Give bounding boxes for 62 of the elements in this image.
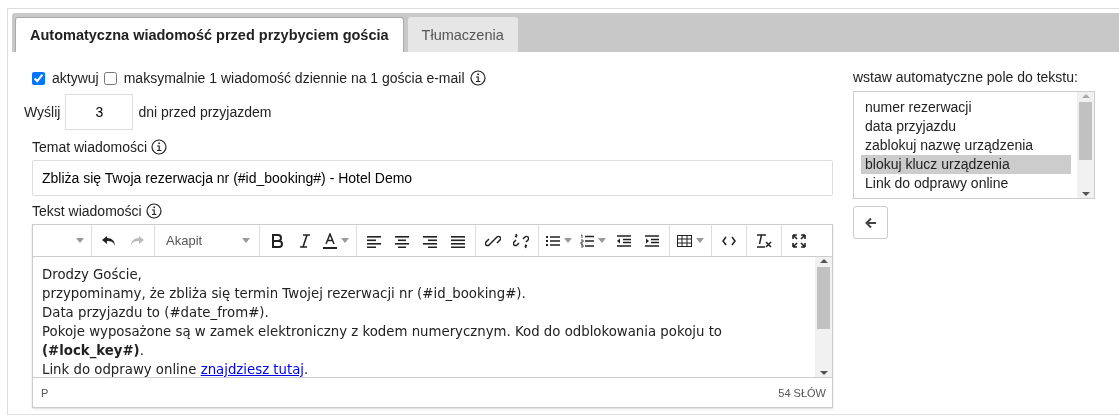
- caret-icon: [76, 238, 84, 243]
- fullscreen-icon: [792, 233, 806, 248]
- caret-icon: [564, 238, 572, 243]
- font-color-icon: [323, 232, 337, 249]
- undo-icon: [101, 233, 117, 248]
- send-label: Wyślij: [24, 104, 61, 120]
- body-paragraph: Link do odprawy online znajdziesz tutaj.: [42, 361, 310, 377]
- caret-icon: [242, 238, 250, 243]
- checkbox[interactable]: [103, 71, 117, 85]
- tab[interactable]: Tłumaczenia: [407, 17, 518, 52]
- info-icon: [151, 139, 168, 155]
- indent-icon: [645, 234, 659, 247]
- list-option[interactable]: numer rezerwacji: [861, 98, 1071, 117]
- caret-icon: [341, 238, 349, 243]
- redo-icon: [129, 233, 145, 248]
- days-field[interactable]: 3: [65, 94, 134, 130]
- scrollbar[interactable]: [1077, 92, 1094, 198]
- subject-field[interactable]: Zbliża się Twoja rezerwacja nr (#id_booking#) - Hotel Demo: [32, 160, 833, 196]
- code-icon: [722, 234, 736, 247]
- list-option[interactable]: blokuj klucz urządzenia: [861, 155, 1071, 174]
- bold-icon: [271, 233, 283, 248]
- italic-icon: [299, 233, 311, 248]
- clear-formatting-icon: [756, 232, 772, 249]
- fields-label: wstaw automatyczne pole do tekstu:: [853, 69, 1078, 85]
- list-option[interactable]: zablokuj nazwę urządzenia: [861, 136, 1071, 155]
- body-paragraph: Pokoje wyposażone są w zamek elektroniczny z kodem numerycznym. Kod do odblokowania pokoju to (#lock_key#).: [42, 323, 723, 360]
- align-justify-icon: [451, 233, 465, 248]
- numbered-list-icon: [580, 233, 594, 248]
- outdent-icon: [617, 234, 631, 247]
- checkbox[interactable]: [32, 71, 45, 85]
- paragraph-style-select[interactable]: Akapit: [158, 226, 256, 255]
- info-icon: [145, 203, 162, 219]
- unlink-icon: [513, 232, 529, 249]
- scroll-up-icon: [819, 257, 828, 265]
- body-paragraph: Drodzy Goście,: [42, 266, 143, 284]
- body-label: Tekst wiadomości: [32, 203, 142, 219]
- body-paragraph: Data przyjazdu to (#date_from#).: [42, 304, 270, 322]
- scroll-down-icon: [819, 369, 828, 377]
- checkbox-label: maksymalnie 1 wiadomość dziennie na 1 gościa e-mail: [123, 70, 465, 86]
- element-path: P: [41, 386, 49, 399]
- left-arrow-icon: [864, 216, 877, 229]
- word-count: 54 SŁÓW: [778, 386, 826, 399]
- bullet-list-icon: [546, 234, 560, 247]
- body-paragraph: przypominamy, że zbliża się termin Twojej rezerwacji nr (#id_booking#).: [42, 285, 527, 303]
- align-center-icon: [395, 233, 409, 248]
- subject-label: Temat wiadomości: [32, 139, 148, 155]
- caret-icon: [598, 238, 606, 243]
- scroll-up-icon: [1081, 92, 1090, 100]
- text-link[interactable]: znajdziesz tutaj: [200, 362, 305, 377]
- field-listbox[interactable]: numer rezerwacji data przyjazdu zablokuj nazwę urządzenia blokuj klucz urządzenia Link do odprawy online: [853, 91, 1095, 199]
- list-option[interactable]: Link do odprawy online: [861, 174, 1071, 193]
- days-suffix: dni przed przyjazdem: [138, 104, 272, 120]
- checkbox-label: aktywuj: [52, 70, 99, 86]
- caret-icon: [696, 238, 704, 243]
- list-option[interactable]: data przyjazdu: [861, 117, 1071, 136]
- insert-button[interactable]: [853, 206, 888, 239]
- align-right-icon: [423, 233, 437, 248]
- table-icon: [677, 234, 692, 247]
- scroll-down-icon: [1081, 190, 1090, 198]
- scrollbar[interactable]: [815, 257, 832, 377]
- align-left-icon: [367, 233, 381, 248]
- tab[interactable]: Automatyczna wiadomość przed przybyciem gościa: [15, 17, 404, 52]
